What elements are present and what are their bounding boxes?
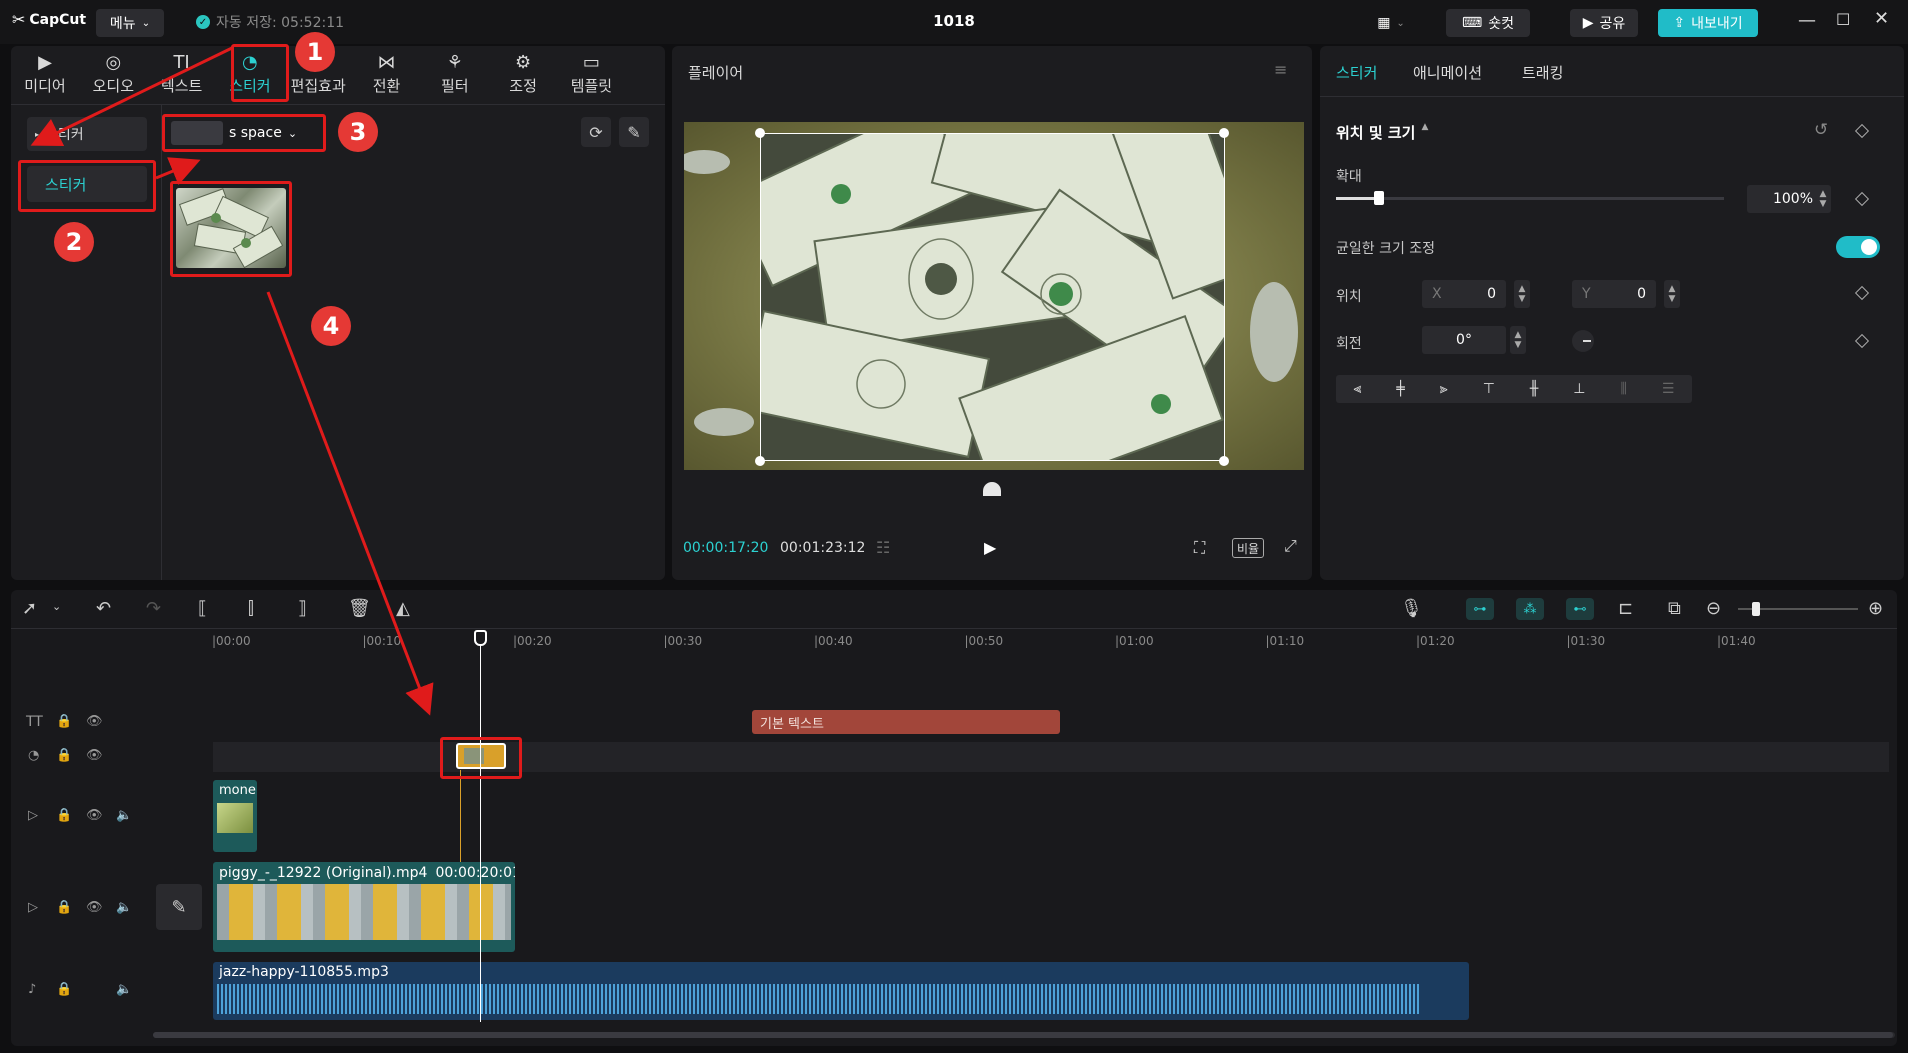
annotation-badge-1: 1 [295,32,335,72]
annotation-badge-3: 3 [338,112,378,152]
annotation-badge-4: 4 [311,306,351,346]
annotation-badge-2: 2 [54,222,94,262]
annotation-arrows [30,46,434,716]
